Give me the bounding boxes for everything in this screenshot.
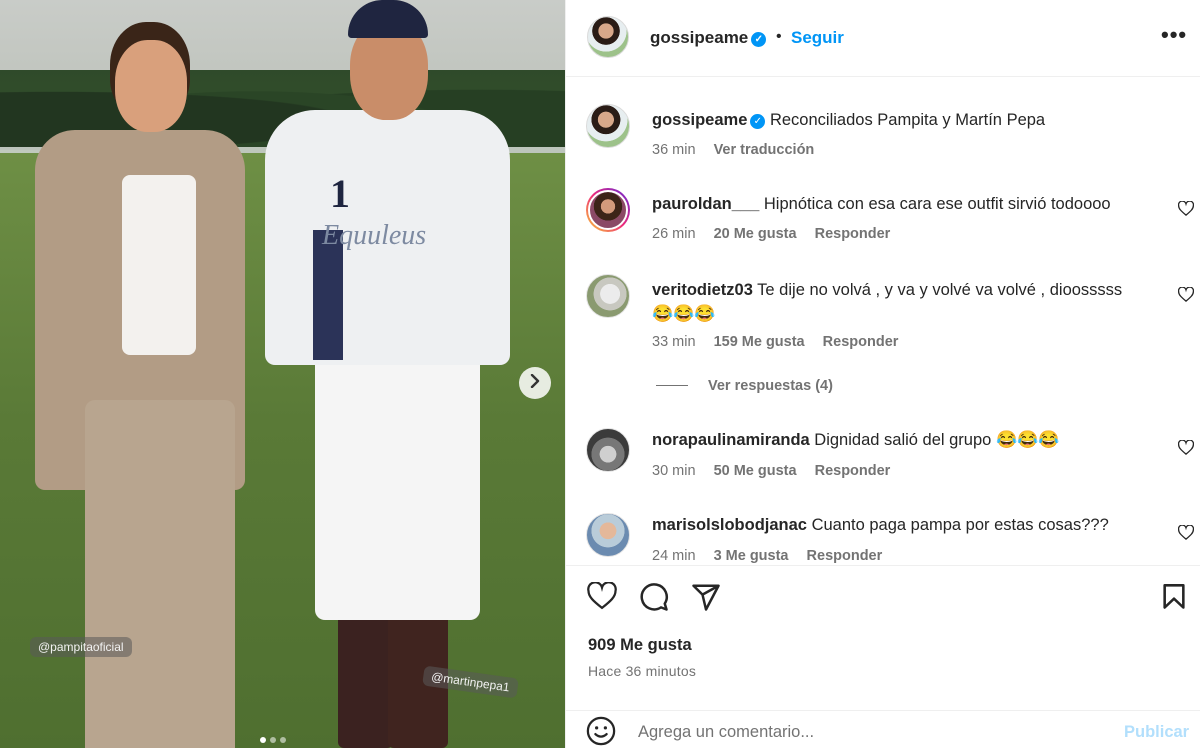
comment-meta: 33 min 159 Me gusta Responder xyxy=(652,334,912,350)
post-actions: 909 Me gusta Hace 36 minutos xyxy=(566,565,1200,710)
replies-line xyxy=(656,385,688,386)
shirt-brand: Equuleus xyxy=(322,220,427,251)
reply-button[interactable]: Responder xyxy=(815,226,891,242)
woman-pants xyxy=(85,400,235,748)
comment-likes[interactable]: 20 Me gusta xyxy=(714,226,797,242)
carousel-next-button[interactable] xyxy=(519,367,551,399)
comment-composer: Publicar xyxy=(566,710,1200,748)
post-panel: gossipeame ✓ • Seguir ••• gossipeame ✓ Rec… xyxy=(565,0,1200,748)
comment-input[interactable] xyxy=(638,719,1078,745)
follow-button[interactable]: Seguir xyxy=(791,28,844,48)
shirt-number: 1 xyxy=(330,171,350,216)
like-comment-heart-icon[interactable] xyxy=(1177,200,1195,220)
comment-body: marisolslobodjanac Cuanto paga pampa por… xyxy=(652,513,1152,537)
comment-icon[interactable] xyxy=(639,582,669,612)
reply-button[interactable]: Responder xyxy=(823,334,899,350)
comment-username[interactable]: norapaulinamiranda xyxy=(652,431,810,449)
user-tag-left[interactable]: @pampitaoficial xyxy=(30,637,132,657)
comment-username[interactable]: marisolslobodjanac xyxy=(652,516,807,534)
view-replies-label[interactable]: Ver respuestas (4) xyxy=(708,378,833,394)
comment-likes[interactable]: 50 Me gusta xyxy=(714,463,797,479)
avatar[interactable] xyxy=(586,513,630,557)
avatar[interactable] xyxy=(586,104,630,148)
caption-time: 36 min xyxy=(652,142,696,158)
like-comment-heart-icon[interactable] xyxy=(1177,286,1195,306)
caption-username[interactable]: gossipeame xyxy=(652,111,747,129)
comments-list[interactable]: gossipeame ✓ Reconciliados Pampita y Mart… xyxy=(566,78,1200,564)
comment-time: 33 min xyxy=(652,334,696,350)
woman-top xyxy=(122,175,196,355)
like-heart-icon[interactable] xyxy=(587,581,617,612)
caption-meta: 36 min Ver traducción xyxy=(652,142,828,158)
verified-badge-icon: ✓ xyxy=(750,114,766,129)
carousel-dot xyxy=(260,737,266,743)
reply-button[interactable]: Responder xyxy=(807,548,883,564)
comment-text: Hipnótica con esa cara ese outfit sirvió… xyxy=(763,195,1111,213)
comment-text: Te dije no volvá , y va y volvé va volvé… xyxy=(757,281,1123,299)
comment-meta: 30 min 50 Me gusta Responder xyxy=(652,463,904,479)
carousel-dot xyxy=(280,737,286,743)
comment-username[interactable]: pauroldan___ xyxy=(652,195,759,213)
avatar[interactable] xyxy=(586,188,630,232)
carousel-dot xyxy=(270,737,276,743)
comment-body: pauroldan___ Hipnótica con esa cara ese … xyxy=(652,192,1152,216)
comment-time: 24 min xyxy=(652,548,696,564)
avatar[interactable] xyxy=(586,274,630,318)
comment-time: 26 min xyxy=(652,226,696,242)
comment-meta: 26 min 20 Me gusta Responder xyxy=(652,226,904,242)
post-header: gossipeame ✓ • Seguir ••• xyxy=(566,0,1200,77)
caption-text: Reconciliados Pampita y Martín Pepa xyxy=(769,111,1046,129)
more-options-icon[interactable]: ••• xyxy=(1161,22,1187,48)
avatar[interactable] xyxy=(587,16,629,58)
publish-button[interactable]: Publicar xyxy=(1124,723,1189,742)
comment-body: veritodietz03 Te dije no volvá , y va y … xyxy=(652,278,1152,326)
like-comment-heart-icon[interactable] xyxy=(1177,524,1195,544)
post-photo[interactable]: 1 Equuleus @pampitaoficial @martinpepa1 xyxy=(0,0,565,748)
share-icon[interactable] xyxy=(691,582,721,612)
avatar[interactable] xyxy=(586,428,630,472)
comment-emoji: 😂😂😂 xyxy=(652,304,716,323)
comment-text: Dignidad salió del grupo xyxy=(814,431,992,449)
comment-emoji: 😂😂😂 xyxy=(995,430,1060,449)
woman-face xyxy=(115,40,187,132)
comment-likes[interactable]: 159 Me gusta xyxy=(714,334,805,350)
like-comment-heart-icon[interactable] xyxy=(1177,439,1195,459)
username-text[interactable]: gossipeame xyxy=(650,28,748,47)
header-username[interactable]: gossipeame ✓ xyxy=(650,28,767,48)
carousel-dots xyxy=(260,737,286,743)
emoji-icon[interactable] xyxy=(586,716,616,746)
translate-link[interactable]: Ver traducción xyxy=(714,142,815,158)
bookmark-icon[interactable] xyxy=(1160,582,1190,612)
verified-badge-icon: ✓ xyxy=(751,32,767,47)
comment-body: norapaulinamiranda Dignidad salió del gr… xyxy=(652,428,1152,452)
comment-username[interactable]: veritodietz03 xyxy=(652,281,753,299)
comment-meta: 24 min 3 Me gusta Responder xyxy=(652,548,896,564)
caption-body: gossipeame ✓ Reconciliados Pampita y Mart… xyxy=(652,108,1152,132)
comment-likes[interactable]: 3 Me gusta xyxy=(714,548,789,564)
likes-count[interactable]: 909 Me gusta xyxy=(588,636,692,655)
post-time: Hace 36 minutos xyxy=(588,663,697,679)
comment-text: Cuanto paga pampa por estas cosas??? xyxy=(811,516,1109,534)
man-pants xyxy=(315,350,480,620)
chevron-right-icon xyxy=(529,373,541,393)
view-replies-button[interactable]: Ver respuestas (4) xyxy=(656,378,833,394)
separator: • xyxy=(776,28,782,45)
comment-time: 30 min xyxy=(652,463,696,479)
reply-button[interactable]: Responder xyxy=(815,463,891,479)
